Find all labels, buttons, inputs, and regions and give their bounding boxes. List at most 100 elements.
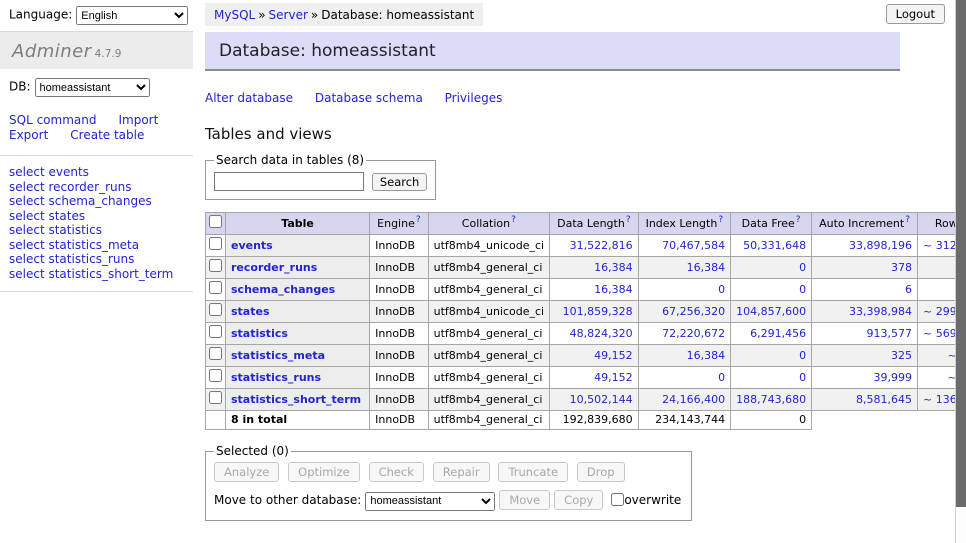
column-label: Table	[281, 217, 314, 230]
data-free-link[interactable]: 0	[799, 371, 806, 384]
auto-increment-link[interactable]: 39,999	[874, 371, 913, 384]
copy-button[interactable]: Copy	[554, 490, 603, 510]
vertical-scrollbar[interactable]	[955, 0, 966, 543]
data-length-link[interactable]: 49,152	[594, 371, 633, 384]
table-link[interactable]: events	[231, 239, 273, 252]
select-all-checkbox[interactable]	[209, 215, 222, 228]
logout-button[interactable]: Logout	[886, 4, 945, 24]
auto-increment-link[interactable]: 6	[905, 283, 912, 296]
sidebar-item-select-statistics-meta[interactable]: select statistics_meta	[9, 238, 193, 253]
table-link[interactable]: statistics	[231, 327, 288, 340]
row-checkbox[interactable]	[209, 325, 222, 338]
data-length-link[interactable]: 48,824,320	[570, 327, 633, 340]
data-free-link[interactable]: 0	[799, 283, 806, 296]
data-length-link[interactable]: 31,522,816	[570, 239, 633, 252]
column-label: Collation	[462, 217, 510, 230]
db-select[interactable]: homeassistant	[35, 78, 150, 97]
row-checkbox[interactable]	[209, 237, 222, 250]
data-free-link[interactable]: 0	[799, 349, 806, 362]
database-schema-link[interactable]: Database schema	[315, 91, 423, 105]
sidebar-link-create-table[interactable]: Create table	[70, 128, 144, 142]
data-free-link[interactable]: 6,291,456	[750, 327, 806, 340]
table-link[interactable]: statistics_meta	[231, 349, 325, 362]
table-link[interactable]: schema_changes	[231, 283, 335, 296]
collation-cell: utf8mb4_general_ci	[428, 323, 549, 345]
help-icon[interactable]: ?	[796, 215, 801, 225]
table-link[interactable]: states	[231, 305, 270, 318]
sidebar-item-select-states[interactable]: select states	[9, 209, 193, 224]
sidebar-item-select-schema-changes[interactable]: select schema_changes	[9, 194, 193, 209]
truncate-button[interactable]: Truncate	[498, 462, 568, 482]
table-link[interactable]: statistics_short_term	[231, 393, 361, 406]
index-length-link[interactable]: 67,256,320	[662, 305, 725, 318]
data-free-link[interactable]: 0	[799, 261, 806, 274]
auto-increment-link[interactable]: 378	[891, 261, 912, 274]
sidebar-item-select-recorder-runs[interactable]: select recorder_runs	[9, 180, 193, 195]
analyze-button[interactable]: Analyze	[214, 462, 279, 482]
data-length-link[interactable]: 10,502,144	[570, 393, 633, 406]
search-button[interactable]: Search	[372, 173, 428, 191]
move-button[interactable]: Move	[499, 490, 550, 510]
data-length-link[interactable]: 101,859,328	[563, 305, 633, 318]
check-button[interactable]: Check	[369, 462, 424, 482]
index-length-link[interactable]: 16,384	[687, 349, 726, 362]
index-length-link[interactable]: 0	[718, 283, 725, 296]
collation-cell: utf8mb4_unicode_ci	[428, 301, 549, 323]
data-length-link[interactable]: 16,384	[594, 261, 633, 274]
table-row: schema_changes InnoDB utf8mb4_general_ci…	[206, 279, 966, 301]
help-icon[interactable]: ?	[905, 215, 910, 225]
sidebar-item-select-statistics-short-term[interactable]: select statistics_short_term	[9, 267, 193, 282]
auto-increment-link[interactable]: 33,398,984	[849, 305, 912, 318]
row-checkbox[interactable]	[209, 281, 222, 294]
data-length-link[interactable]: 49,152	[594, 349, 633, 362]
help-icon[interactable]: ?	[718, 215, 723, 225]
help-icon[interactable]: ?	[626, 215, 631, 225]
table-link[interactable]: recorder_runs	[231, 261, 317, 274]
sidebar-item-select-statistics[interactable]: select statistics	[9, 223, 193, 238]
language-select[interactable]: English	[76, 6, 188, 25]
search-input[interactable]	[214, 172, 364, 191]
index-length-link[interactable]: 24,166,400	[662, 393, 725, 406]
index-length-link[interactable]: 72,220,672	[662, 327, 725, 340]
app-version: 4.7.9	[95, 48, 122, 60]
table-link[interactable]: statistics_runs	[231, 371, 321, 384]
row-checkbox[interactable]	[209, 303, 222, 316]
help-icon[interactable]: ?	[511, 215, 516, 225]
row-checkbox[interactable]	[209, 347, 222, 360]
data-free-link[interactable]: 188,743,680	[736, 393, 806, 406]
sidebar-item-select-events[interactable]: select events	[9, 165, 193, 180]
auto-increment-link[interactable]: 325	[891, 349, 912, 362]
data-free-link[interactable]: 50,331,648	[743, 239, 806, 252]
breadcrumb-server-link[interactable]: Server	[269, 8, 308, 22]
drop-button[interactable]: Drop	[577, 462, 625, 482]
index-length-link[interactable]: 16,384	[687, 261, 726, 274]
move-database-select[interactable]: homeassistant	[365, 492, 495, 511]
index-length-link[interactable]: 0	[718, 371, 725, 384]
breadcrumb-current: Database: homeassistant	[321, 8, 474, 22]
optimize-button[interactable]: Optimize	[288, 462, 360, 482]
language-form: Language:English	[0, 0, 193, 32]
sidebar-link-export[interactable]: Export	[9, 128, 48, 142]
collation-cell: utf8mb4_general_ci	[428, 389, 549, 411]
auto-increment-link[interactable]: 913,577	[867, 327, 913, 340]
data-free-link[interactable]: 104,857,600	[736, 305, 806, 318]
breadcrumb-mysql-link[interactable]: MySQL	[214, 8, 255, 22]
row-checkbox[interactable]	[209, 391, 222, 404]
overwrite-checkbox[interactable]	[611, 493, 624, 506]
sidebar-link-import[interactable]: Import	[118, 113, 158, 127]
sidebar-link-sql-command[interactable]: SQL command	[9, 113, 96, 127]
alter-database-link[interactable]: Alter database	[205, 91, 293, 105]
index-length-link[interactable]: 70,467,584	[662, 239, 725, 252]
repair-button[interactable]: Repair	[433, 462, 490, 482]
help-icon[interactable]: ?	[416, 215, 421, 225]
row-checkbox[interactable]	[209, 259, 222, 272]
scrollbar-thumb[interactable]	[956, 0, 966, 507]
privileges-link[interactable]: Privileges	[445, 91, 503, 105]
auto-increment-link[interactable]: 8,581,645	[856, 393, 912, 406]
row-checkbox[interactable]	[209, 369, 222, 382]
auto-increment-link[interactable]: 33,898,196	[849, 239, 912, 252]
data-length-link[interactable]: 16,384	[594, 283, 633, 296]
total-checkbox-cell	[206, 411, 226, 430]
sidebar-item-select-statistics-runs[interactable]: select statistics_runs	[9, 252, 193, 267]
collation-cell: utf8mb4_general_ci	[428, 345, 549, 367]
